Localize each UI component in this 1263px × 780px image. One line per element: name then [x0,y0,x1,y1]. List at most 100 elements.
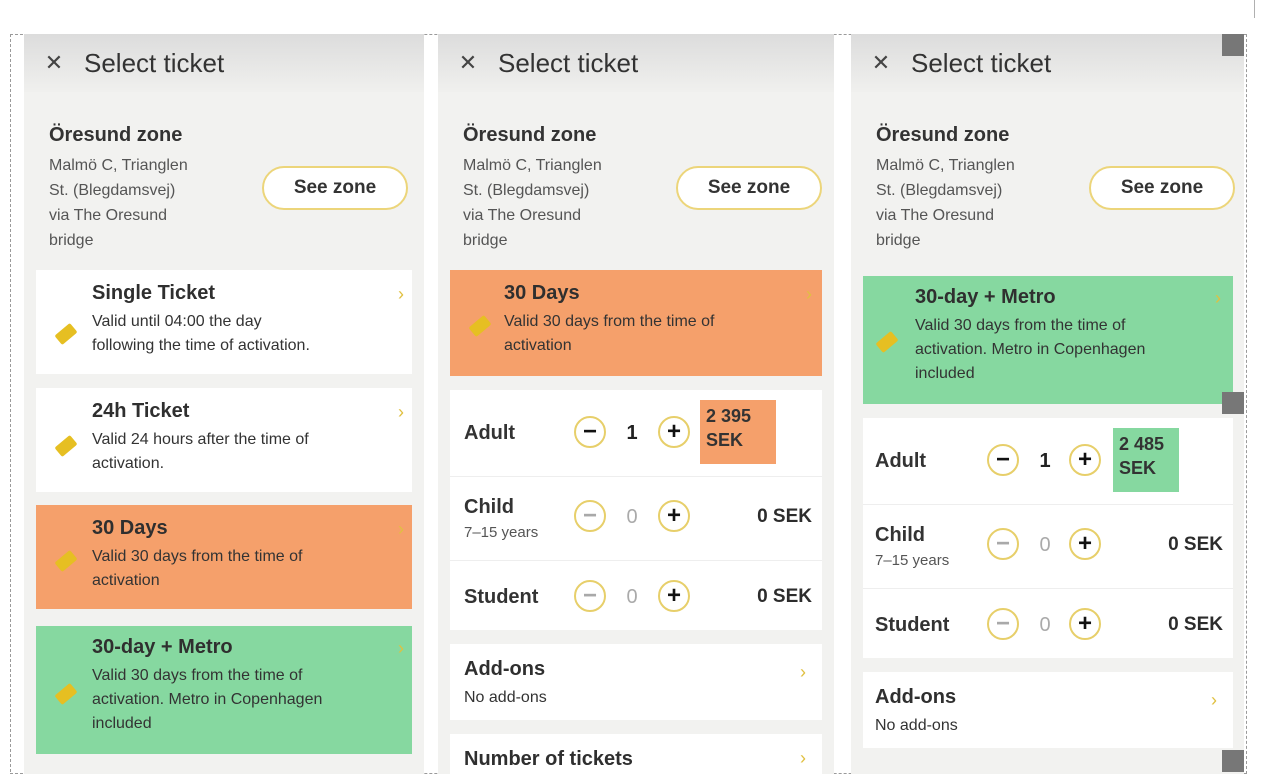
zone-desc-line: Malmö C, Trianglen [49,157,188,174]
addons-subtitle: No add-ons [464,689,547,706]
zone-name: Öresund zone [49,124,183,146]
chevron-right-icon: › [398,284,404,304]
panel-ticket-list: ✕ Select ticket Öresund zone Malmö C, Tr… [24,34,424,774]
adult-minus-button[interactable]: − [987,444,1019,476]
ticket-title: 30 Days [504,282,580,304]
adult-minus-button[interactable]: − [574,416,606,448]
quantity-row-adult: Adult − 1 + 2 395 SEK [450,390,822,474]
zone-desc-line: via The Oresund [876,207,994,224]
ticket-option-single[interactable]: Single Ticket Valid until 04:00 the day … [36,270,412,374]
student-count: 0 [626,586,638,608]
divider [863,504,1233,505]
child-count: 0 [626,506,638,528]
ticket-option-24h[interactable]: 24h Ticket Valid 24 hours after the time… [36,388,412,492]
ticket-desc-line: included [915,365,975,382]
ticket-icon [54,434,78,458]
zone-description: Malmö C, Trianglen St. (Blegdamsvej) via… [463,153,653,253]
zone-description: Malmö C, Trianglen St. (Blegdamsvej) via… [49,153,239,253]
addons-subtitle: No add-ons [875,717,958,734]
zone-desc-line: bridge [876,232,921,249]
ticket-desc-line: Valid 30 days from the time of [92,667,303,684]
quantity-row-child: Child 7–15 years − 0 + 0 SEK [450,478,822,558]
selected-ticket-30day-metro[interactable]: 30-day + Metro Valid 30 days from the ti… [863,276,1233,404]
ticket-desc-line: activation. Metro in Copenhagen [915,341,1146,358]
ticket-desc-line: Valid 24 hours after the time of [92,431,309,448]
zone-description: Malmö C, Trianglen St. (Blegdamsvej) via… [876,153,1066,253]
ticket-desc-line: Valid 30 days from the time of [915,317,1126,334]
student-count: 0 [1039,614,1051,636]
adult-plus-button[interactable]: + [658,416,690,448]
chevron-right-icon: › [800,662,806,682]
student-label: Student [464,586,539,608]
student-minus-button[interactable]: − [574,580,606,612]
child-minus-button[interactable]: − [574,500,606,532]
student-price: 0 SEK [1168,614,1223,635]
adult-price-amount: 2 485 [1119,434,1165,454]
zone-desc-line: St. (Blegdamsvej) [49,182,176,199]
quantity-row-child: Child 7–15 years − 0 + 0 SEK [863,506,1233,586]
ticket-desc: Valid 30 days from the time of activatio… [504,310,714,358]
child-minus-button[interactable]: − [987,528,1019,560]
see-zone-button[interactable]: See zone [676,166,822,210]
scrollbar-handle[interactable] [1222,750,1244,772]
ticket-desc-line: activation [92,572,160,589]
addons-row[interactable]: Add-ons No add-ons › [863,672,1233,748]
chevron-right-icon: › [800,748,806,768]
ticket-desc-line: included [92,715,152,732]
close-icon[interactable]: ✕ [851,50,911,76]
quantity-row-student: Student − 0 + 0 SEK [863,590,1233,658]
header: ✕ Select ticket [851,34,1244,92]
ticket-title: 30 Days [92,517,168,539]
ticket-title: 30-day + Metro [92,636,233,658]
ticket-option-30day-metro[interactable]: 30-day + Metro Valid 30 days from the ti… [36,626,412,754]
ticket-desc: Valid 30 days from the time of activatio… [915,314,1145,386]
student-plus-button[interactable]: + [658,580,690,612]
child-price: 0 SEK [1168,534,1223,555]
child-plus-button[interactable]: + [1069,528,1101,560]
student-minus-button[interactable]: − [987,608,1019,640]
child-age-range: 7–15 years [464,524,539,541]
adult-price: 2 395 SEK [700,400,776,464]
chevron-right-icon: › [806,284,812,304]
addons-title: Add-ons [464,658,546,680]
ticket-desc-line: activation [504,337,572,354]
ticket-desc-line: Valid 30 days from the time of [92,548,303,565]
ticket-desc-line: activation. Metro in Copenhagen [92,691,323,708]
scrollbar-handle[interactable] [1222,34,1244,56]
close-icon[interactable]: ✕ [438,50,498,76]
student-plus-button[interactable]: + [1069,608,1101,640]
zone-name: Öresund zone [876,124,1010,146]
zone-desc-line: St. (Blegdamsvej) [463,182,590,199]
student-label: Student [875,614,950,636]
see-zone-button[interactable]: See zone [1089,166,1235,210]
adult-price: 2 485 SEK [1113,428,1179,492]
adult-price-amount: 2 395 [706,406,752,426]
divider [863,588,1233,589]
see-zone-button[interactable]: See zone [262,166,408,210]
zone-desc-line: St. (Blegdamsvej) [876,182,1003,199]
selected-ticket-30days[interactable]: 30 Days Valid 30 days from the time of a… [450,270,822,376]
close-icon[interactable]: ✕ [24,50,84,76]
quantity-selector: Adult − 1 + 2 395 SEK Child 7–15 years −… [450,390,822,630]
number-of-tickets-row[interactable]: Number of tickets › [450,734,822,774]
addons-row[interactable]: Add-ons No add-ons › [450,644,822,720]
divider [450,476,822,477]
ticket-desc-line: following the time of activation. [92,337,310,354]
child-plus-button[interactable]: + [658,500,690,532]
adult-plus-button[interactable]: + [1069,444,1101,476]
ticket-option-30days[interactable]: 30 Days Valid 30 days from the time of a… [36,505,412,609]
ticket-icon [875,330,899,354]
number-of-tickets-title: Number of tickets [464,748,633,770]
chevron-right-icon: › [398,402,404,422]
zone-desc-line: Malmö C, Trianglen [876,157,1015,174]
adult-price-currency: SEK [706,430,744,450]
ticket-title: 30-day + Metro [915,286,1056,308]
child-label: Child [464,496,514,518]
quantity-selector: Adult − 1 + 2 485 SEK Child 7–15 years −… [863,418,1233,658]
adult-label: Adult [875,450,927,472]
chevron-right-icon: › [1215,288,1221,308]
zone-desc-line: via The Oresund [463,207,581,224]
scrollbar-handle[interactable] [1222,392,1244,414]
adult-price-currency: SEK [1119,458,1157,478]
quantity-row-student: Student − 0 + 0 SEK [450,562,822,630]
